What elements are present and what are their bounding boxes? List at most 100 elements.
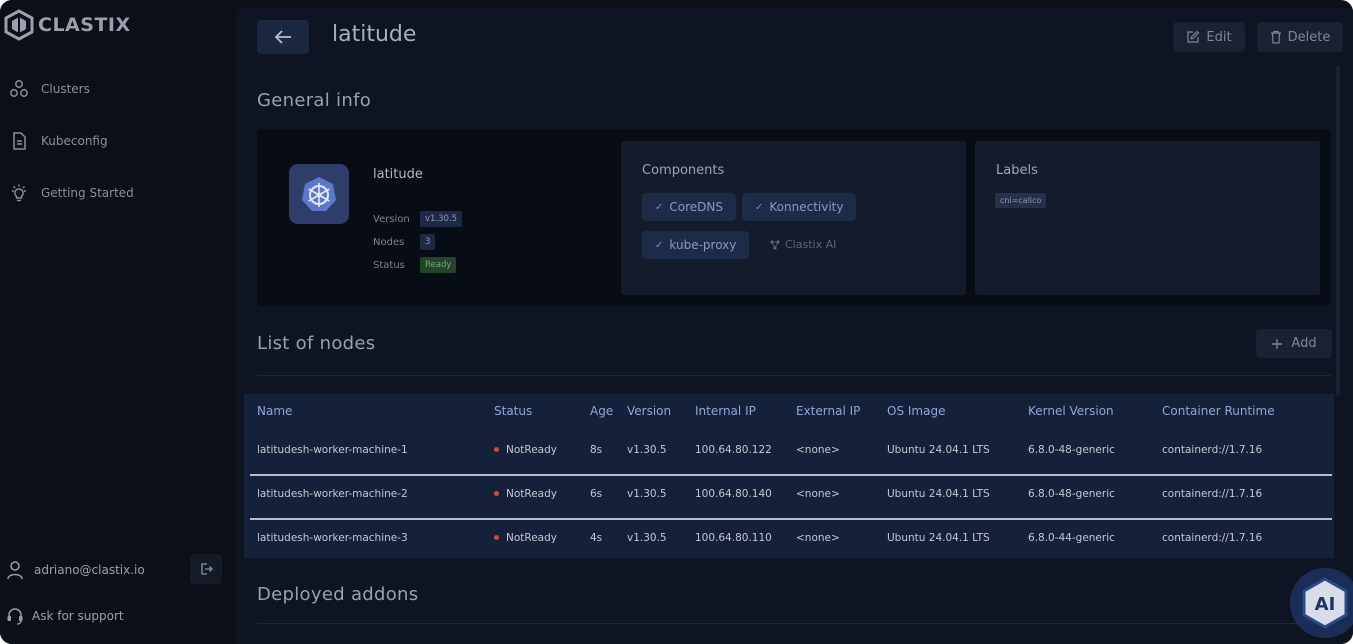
cell-os-image: Ubuntu 24.04.1 LTS bbox=[887, 532, 990, 544]
component-chip-clastix-ai: Clastix AI bbox=[769, 238, 836, 251]
sidebar: CLASTIX Clusters Kubeconfig Getting Star… bbox=[0, 0, 236, 644]
kubernetes-logo-icon bbox=[289, 164, 349, 224]
column-header-name[interactable]: Name bbox=[257, 404, 292, 418]
lightbulb-icon bbox=[12, 184, 26, 202]
cell-kernel-version: 6.8.0-48-generic bbox=[1028, 488, 1115, 500]
sidebar-item-getting-started[interactable]: Getting Started bbox=[9, 181, 134, 205]
cell-internal-ip: 100.64.80.122 bbox=[695, 444, 772, 456]
ai-hexagon-icon: AI bbox=[1302, 577, 1348, 629]
general-info-panel: latitude Version v1.30.5 Nodes 3 Status … bbox=[257, 129, 1331, 306]
sidebar-item-label: Clusters bbox=[41, 82, 90, 96]
cell-status: NotReady bbox=[494, 488, 557, 500]
cell-status: NotReady bbox=[494, 444, 557, 456]
headset-icon bbox=[7, 608, 23, 625]
clastix-ai-icon bbox=[770, 239, 780, 250]
cell-container-runtime: containerd://1.7.16 bbox=[1162, 444, 1263, 456]
status-badge: Ready bbox=[420, 257, 457, 273]
delete-button[interactable]: Delete bbox=[1257, 22, 1343, 52]
addons-divider bbox=[257, 623, 1331, 624]
cell-status: NotReady bbox=[494, 532, 557, 544]
status-dot-icon bbox=[494, 446, 499, 452]
labels-title: Labels bbox=[996, 163, 1038, 178]
logout-button[interactable] bbox=[190, 554, 222, 584]
arrow-left-icon bbox=[274, 30, 291, 44]
component-label: kube-proxy bbox=[669, 238, 737, 252]
nodes-divider bbox=[257, 375, 1331, 376]
status-text: NotReady bbox=[506, 488, 557, 500]
addons-section-title: Deployed addons bbox=[257, 584, 419, 605]
cell-container-runtime: containerd://1.7.16 bbox=[1162, 532, 1263, 544]
cell-external-ip: <none> bbox=[796, 532, 840, 544]
label-tag: cni=calico bbox=[995, 193, 1047, 208]
edit-icon bbox=[1187, 30, 1200, 43]
brand-logo[interactable]: CLASTIX bbox=[4, 8, 131, 42]
component-label: Clastix AI bbox=[785, 238, 837, 251]
clusters-icon bbox=[10, 80, 28, 97]
cell-age: 4s bbox=[590, 532, 603, 544]
component-label: CoreDNS bbox=[669, 200, 723, 214]
plus-icon bbox=[1272, 338, 1283, 349]
sidebar-item-clusters[interactable]: Clusters bbox=[9, 77, 90, 101]
edit-button[interactable]: Edit bbox=[1173, 22, 1245, 52]
cell-version: v1.30.5 bbox=[627, 444, 667, 456]
logout-icon bbox=[201, 563, 213, 575]
nodes-key: Nodes bbox=[373, 236, 405, 248]
cell-kernel-version: 6.8.0-44-generic bbox=[1028, 532, 1115, 544]
components-card: Components ✓ CoreDNS ✓ Konnectivity ✓ ku… bbox=[621, 141, 966, 295]
nodes-section-title: List of nodes bbox=[257, 333, 376, 354]
document-icon bbox=[13, 132, 26, 150]
add-label: Add bbox=[1291, 336, 1317, 351]
cell-age: 6s bbox=[590, 488, 603, 500]
component-chip-konnectivity: ✓ Konnectivity bbox=[742, 193, 857, 221]
column-header-status[interactable]: Status bbox=[494, 404, 532, 418]
column-header-external-ip[interactable]: External IP bbox=[796, 404, 860, 418]
clastix-logo-icon bbox=[4, 9, 34, 41]
app-window: CLASTIX Clusters Kubeconfig Getting Star… bbox=[0, 0, 1353, 644]
cell-os-image: Ubuntu 24.04.1 LTS bbox=[887, 444, 990, 456]
scrollbar[interactable] bbox=[1336, 66, 1340, 396]
main-content: latitude Edit Delete General info latitu… bbox=[236, 8, 1353, 644]
column-header-container-runtime[interactable]: Container Runtime bbox=[1162, 404, 1275, 418]
components-title: Components bbox=[642, 163, 725, 178]
cell-os-image: Ubuntu 24.04.1 LTS bbox=[887, 488, 990, 500]
table-row[interactable]: latitudesh-worker-machine-3 NotReady 4s … bbox=[244, 518, 1334, 562]
cell-age: 8s bbox=[590, 444, 603, 456]
nodes-row: Nodes 3 bbox=[373, 234, 436, 250]
version-badge: v1.30.5 bbox=[420, 211, 463, 227]
nodes-table: Name Status Age Version Internal IP Exte… bbox=[244, 394, 1334, 558]
labels-card: Labels cni=calico bbox=[975, 141, 1320, 295]
status-key: Status bbox=[373, 259, 405, 271]
column-header-age[interactable]: Age bbox=[590, 404, 613, 418]
cell-name: latitudesh-worker-machine-3 bbox=[257, 532, 408, 544]
column-header-os-image[interactable]: OS Image bbox=[887, 404, 945, 418]
edit-label: Edit bbox=[1206, 29, 1232, 45]
table-row[interactable]: latitudesh-worker-machine-2 NotReady 6s … bbox=[244, 474, 1334, 518]
add-node-button[interactable]: Add bbox=[1256, 329, 1332, 358]
cluster-name: latitude bbox=[373, 167, 423, 182]
table-row[interactable]: latitudesh-worker-machine-1 NotReady 8s … bbox=[244, 430, 1334, 474]
ai-assistant-button[interactable]: AI bbox=[1290, 568, 1353, 638]
cell-external-ip: <none> bbox=[796, 488, 840, 500]
status-dot-icon bbox=[494, 534, 499, 540]
sidebar-item-label: Kubeconfig bbox=[41, 134, 108, 148]
support-link[interactable]: Ask for support bbox=[6, 606, 124, 626]
cell-internal-ip: 100.64.80.110 bbox=[695, 532, 772, 544]
page-title: latitude bbox=[332, 22, 417, 47]
support-label: Ask for support bbox=[32, 609, 124, 623]
user-icon bbox=[7, 561, 23, 580]
sidebar-item-kubeconfig[interactable]: Kubeconfig bbox=[9, 129, 108, 153]
check-icon: ✓ bbox=[655, 239, 664, 251]
user-email: adriano@clastix.io bbox=[34, 563, 145, 577]
sidebar-item-label: Getting Started bbox=[41, 186, 134, 200]
trash-icon bbox=[1270, 30, 1281, 44]
general-info-title: General info bbox=[257, 90, 372, 111]
column-header-version[interactable]: Version bbox=[627, 404, 671, 418]
column-header-internal-ip[interactable]: Internal IP bbox=[695, 404, 756, 418]
version-key: Version bbox=[373, 213, 410, 225]
back-button[interactable] bbox=[257, 20, 309, 54]
column-header-kernel-version[interactable]: Kernel Version bbox=[1028, 404, 1114, 418]
brand-name: CLASTIX bbox=[38, 14, 131, 36]
cell-version: v1.30.5 bbox=[627, 488, 667, 500]
cell-name: latitudesh-worker-machine-2 bbox=[257, 488, 408, 500]
cell-kernel-version: 6.8.0-48-generic bbox=[1028, 444, 1115, 456]
